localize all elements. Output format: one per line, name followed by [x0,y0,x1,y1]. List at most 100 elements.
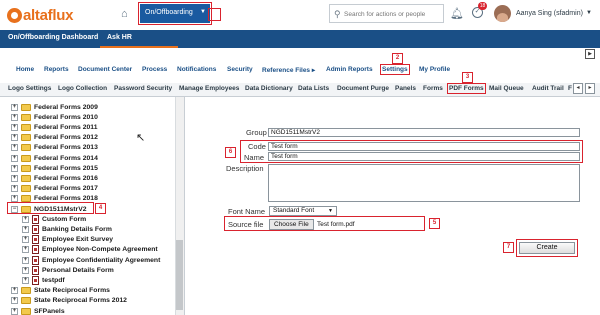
tree-item-folder[interactable]: + Federal Forms 2011 [11,122,97,132]
tree-item-folder[interactable]: + Federal Forms 2014 [11,153,98,163]
menu-item-my-profile[interactable]: My Profile [419,66,450,73]
folder-icon [21,123,31,131]
tree-scrollbar-thumb[interactable] [176,240,183,310]
subtab-data-lists[interactable]: Data Lists [298,85,329,92]
tree-item-folder[interactable]: + Federal Forms 2015 [11,163,98,173]
expand-icon[interactable]: + [11,307,18,315]
expand-icon[interactable]: + [11,113,18,121]
tree-item-label: State Reciprocal Forms 2012 [34,297,127,305]
search-input[interactable] [344,8,442,20]
menu-item-reports[interactable]: Reports [44,66,69,73]
search-icon: ⚲ [334,9,341,19]
description-field[interactable] [268,164,580,202]
tree-item-folder[interactable]: + Federal Forms 2012 [11,133,98,143]
tree-item-form[interactable]: + Personal Details Form [22,265,114,275]
expand-icon[interactable]: + [11,297,18,305]
home-icon[interactable]: ⌂ [121,8,133,20]
highlight-create [516,239,578,257]
expand-icon[interactable]: + [11,164,18,172]
tree-item-folder[interactable]: + Federal Forms 2009 [11,102,98,112]
subtab-data-dictionary[interactable]: Data Dictionary [245,85,293,92]
pdf-file-icon [32,255,39,265]
tree-item-folder[interactable]: + SFPanels [11,306,65,315]
expand-icon[interactable]: + [11,185,18,193]
avatar[interactable] [494,5,511,22]
subtab-overflow[interactable]: F [568,85,572,92]
tree-item-label: Federal Forms 2011 [34,123,98,131]
tree-item-form[interactable]: + Employee Confidentiality Agreement [22,255,160,265]
menu-item-security[interactable]: Security [227,66,253,73]
menu-item-process[interactable]: Process [142,66,167,73]
folder-icon [21,307,31,315]
tree-item-label: Federal Forms 2012 [34,134,98,142]
app-logo[interactable]: altaflux [7,6,73,24]
folder-icon [21,134,31,142]
expand-icon[interactable]: + [22,266,29,274]
tree-item-form[interactable]: + testpdf [22,275,65,285]
expand-icon[interactable]: + [22,236,29,244]
subtab-forms[interactable]: Forms [423,85,443,92]
menu-item-notifications[interactable]: Notifications [177,66,216,73]
user-name[interactable]: Aanya Sing (sfadmin) [516,10,583,17]
folder-icon [21,144,31,152]
logo-text: altaflux [23,6,74,24]
subtab-pdf-forms[interactable]: PDF Forms [447,83,486,94]
tree-item-folder[interactable]: + State Reciprocal Forms 2012 [11,296,127,306]
tree-item-form[interactable]: + Employee Non-Compete Agreement [22,245,158,255]
subtab-password-security[interactable]: Password Security [114,85,172,92]
subtab-logo-collection[interactable]: Logo Collection [58,85,107,92]
expand-icon[interactable]: + [11,123,18,131]
tree-item-label: State Reciprocal Forms [34,287,110,295]
menu-item-home[interactable]: Home [16,66,34,73]
expand-icon[interactable]: + [11,144,18,152]
tree-item-folder[interactable]: + Federal Forms 2010 [11,112,98,122]
chevron-down-icon[interactable]: ▼ [586,10,592,16]
expand-icon[interactable]: + [22,225,29,233]
nav-item-ask-hr[interactable]: Ask HR [107,34,132,41]
expand-icon[interactable]: + [22,256,29,264]
font-name-select[interactable]: Standard Font ▼ [269,206,337,216]
menu-item-document-center[interactable]: Document Center [78,66,132,73]
pdf-file-icon [32,275,39,285]
tree-item-form[interactable]: + Employee Exit Survey [22,235,113,245]
subtab-document-purge[interactable]: Document Purge [337,85,389,92]
tree-item-folder[interactable]: + Federal Forms 2016 [11,173,98,183]
bell-icon[interactable]: 🔔︎ [450,7,464,20]
subtab-manage-employees[interactable]: Manage Employees [179,85,239,92]
mouse-cursor-icon: ↖ [136,132,146,144]
subtab-audit-trail[interactable]: Audit Trail [532,85,564,92]
tree-item-label: Federal Forms 2013 [34,144,98,152]
expand-icon[interactable]: + [11,174,18,182]
group-field[interactable] [268,128,580,137]
expand-icon[interactable]: + [11,134,18,142]
expand-icon[interactable]: + [22,215,29,223]
expand-icon[interactable]: + [11,154,18,162]
tree-item-folder[interactable]: + Federal Forms 2013 [11,143,98,153]
tree-item-folder[interactable]: + Federal Forms 2017 [11,184,98,194]
module-selector[interactable]: On/Offboarding ▼ [138,2,212,25]
collapse-panel-icon[interactable]: ▶ [585,49,595,59]
settings-subtabs: Logo Settings Logo Collection Password S… [0,83,600,97]
tab-scroll-left-icon[interactable]: ◂ [573,83,583,94]
tree-item-label: Employee Confidentiality Agreement [42,256,161,264]
subtab-logo-settings[interactable]: Logo Settings [8,85,51,92]
search-box[interactable]: ⚲ [329,4,444,23]
expand-icon[interactable]: + [22,276,29,284]
tree-item-label: testpdf [42,276,65,284]
tree-item-folder[interactable]: + State Reciprocal Forms [11,286,110,296]
expand-icon[interactable]: + [22,246,29,254]
expand-icon[interactable]: + [11,103,18,111]
pdf-file-icon [32,224,39,234]
nav-item-dashboard[interactable]: On/Offboarding Dashboard [8,34,98,41]
tree-item-label: Federal Forms 2015 [34,164,98,172]
tab-scroll-right-icon[interactable]: ▸ [585,83,595,94]
folder-icon [21,154,31,162]
menu-item-reference-files[interactable]: Reference Files ▸ [262,66,315,74]
subtab-mail-queue[interactable]: Mail Queue [489,85,524,92]
tree-item-form[interactable]: + Custom Form [22,214,86,224]
subtab-panels[interactable]: Panels [395,85,416,92]
tree-item-form[interactable]: + Banking Details Form [22,224,112,234]
menu-item-settings[interactable]: Settings [380,64,410,75]
menu-item-admin-reports[interactable]: Admin Reports [326,66,373,73]
expand-icon[interactable]: + [11,287,18,295]
